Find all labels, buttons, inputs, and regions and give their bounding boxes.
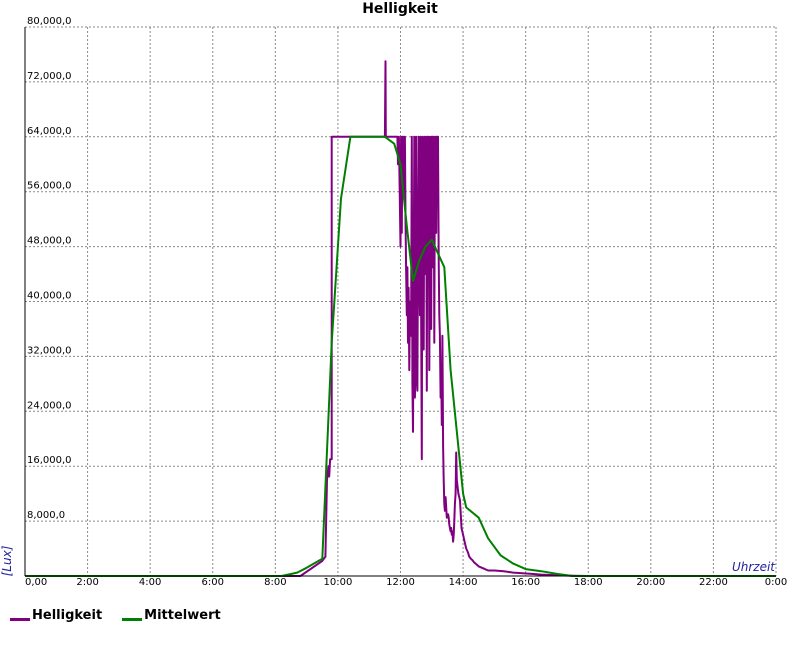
legend: Helligkeit Mittelwert <box>10 608 221 623</box>
x-tick-label: 12:00 <box>386 577 415 588</box>
x-tick-label: 8:00 <box>264 577 286 588</box>
y-tick-label: 32,000,0 <box>27 345 72 356</box>
chart-title: Helligkeit <box>362 1 438 17</box>
y-tick-label: 24,000,0 <box>27 400 72 411</box>
x-tick-label: 16:00 <box>511 577 540 588</box>
legend-swatch-helligkeit <box>10 618 30 621</box>
y-tick-label: 16,000,0 <box>27 455 72 466</box>
legend-item-mittelwert: Mittelwert <box>122 608 221 623</box>
y-axis-label: [Lux] <box>0 545 14 576</box>
x-tick-label: 18:00 <box>574 577 603 588</box>
legend-swatch-mittelwert <box>122 618 143 621</box>
x-tick-label: 2:00 <box>76 577 98 588</box>
x-tick-label: 22:00 <box>699 577 728 588</box>
y-tick-label: 40,000,0 <box>27 291 72 302</box>
y-tick-label: 48,000,0 <box>27 236 72 247</box>
x-tick-label: 6:00 <box>202 577 224 588</box>
legend-label-mittelwert: Mittelwert <box>144 608 221 623</box>
x-tick-label: 0,00 <box>25 577 47 588</box>
y-tick-label: 64,000,0 <box>27 126 72 137</box>
x-tick-label: 0:00 <box>765 577 787 588</box>
legend-item-helligkeit: Helligkeit <box>10 608 102 623</box>
x-axis-label: Uhrzeit <box>732 560 776 574</box>
x-tick-label: 10:00 <box>324 577 353 588</box>
legend-label-helligkeit: Helligkeit <box>32 608 103 623</box>
x-tick-label: 14:00 <box>449 577 478 588</box>
y-tick-label: 8,000,0 <box>27 510 65 521</box>
x-tick-label: 4:00 <box>139 577 161 588</box>
y-tick-label: 56,000,0 <box>27 181 72 192</box>
x-tick-label: 20:00 <box>636 577 665 588</box>
y-tick-label: 80,000,0 <box>27 16 72 27</box>
chart: Helligkeit 8,000,0 16,000,0 24,000,0 32,000… <box>0 0 800 650</box>
y-tick-label: 72,000,0 <box>27 71 72 82</box>
